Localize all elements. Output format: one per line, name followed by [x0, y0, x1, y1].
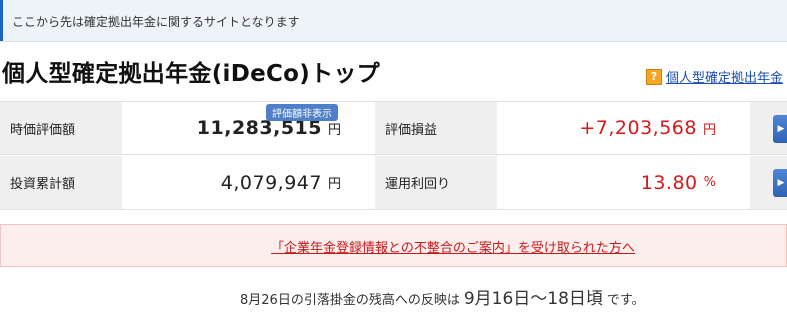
asset-summary-table: 時価評価額 11,283,515 円 評価額非表示 評価損益 +7,203,568… — [0, 101, 787, 210]
gain-loss-value: +7,203,568 — [579, 117, 697, 139]
expand-details-button[interactable]: ▶ — [773, 169, 787, 197]
return-rate-label: 運用利回り — [375, 156, 497, 209]
site-notice-bar: ここから先は確定拠出年金に関するサイトとなります — [0, 0, 787, 42]
alert-link[interactable]: 「企業年金登録情報との不整合のご案内」を受け取られた方へ — [271, 237, 635, 256]
summary-row: 時価評価額 11,283,515 円 評価額非表示 評価損益 +7,203,568… — [0, 101, 787, 155]
triangle-right-icon: ▶ — [777, 124, 785, 134]
alert-banner: 「企業年金登録情報との不整合のご案内」を受け取られた方へ — [0, 224, 787, 267]
contribution-label: 投資累計額 — [0, 156, 122, 209]
reflection-suffix: です。 — [606, 293, 645, 308]
reflection-notice: 8月26日の引落掛金の残高への反映は 9月16日～18日頃 です。 — [240, 284, 645, 309]
return-rate-unit: % — [703, 175, 716, 190]
gain-loss-cell: +7,203,568 円 — [497, 102, 750, 154]
question-mark-icon: ? — [646, 68, 662, 85]
hide-value-button[interactable]: 評価額非表示 — [266, 104, 338, 121]
help-link-label[interactable]: 個人型確定拠出年金 — [666, 71, 783, 86]
help-link[interactable]: ? 個人型確定拠出年金 — [646, 67, 783, 86]
gain-loss-label: 評価損益 — [375, 102, 497, 154]
contribution-value: 4,079,947 — [220, 171, 322, 194]
reflection-period: 9月16日～18日頃 — [463, 289, 603, 309]
page-title: 個人型確定拠出年金(iDeCo)トップ — [2, 61, 380, 87]
reflection-prefix: 8月26日の引落掛金の残高への反映は — [240, 293, 460, 308]
market-value-label: 時価評価額 — [0, 102, 122, 154]
return-rate-cell: 13.80% — [497, 156, 750, 209]
return-rate-value: 13.80 — [640, 171, 698, 194]
site-notice-text: ここから先は確定拠出年金に関するサイトとなります — [12, 15, 300, 29]
market-value-unit: 円 — [327, 122, 341, 138]
triangle-right-icon: ▶ — [777, 178, 785, 188]
gain-loss-unit: 円 — [702, 122, 716, 138]
summary-row: 投資累計額 4,079,947 円 運用利回り 13.80% ▶ — [0, 156, 787, 210]
notice-accent — [0, 0, 3, 41]
expand-details-button[interactable]: ▶ — [773, 115, 787, 143]
contribution-cell: 4,079,947 円 — [122, 156, 375, 209]
contribution-unit: 円 — [327, 177, 341, 192]
